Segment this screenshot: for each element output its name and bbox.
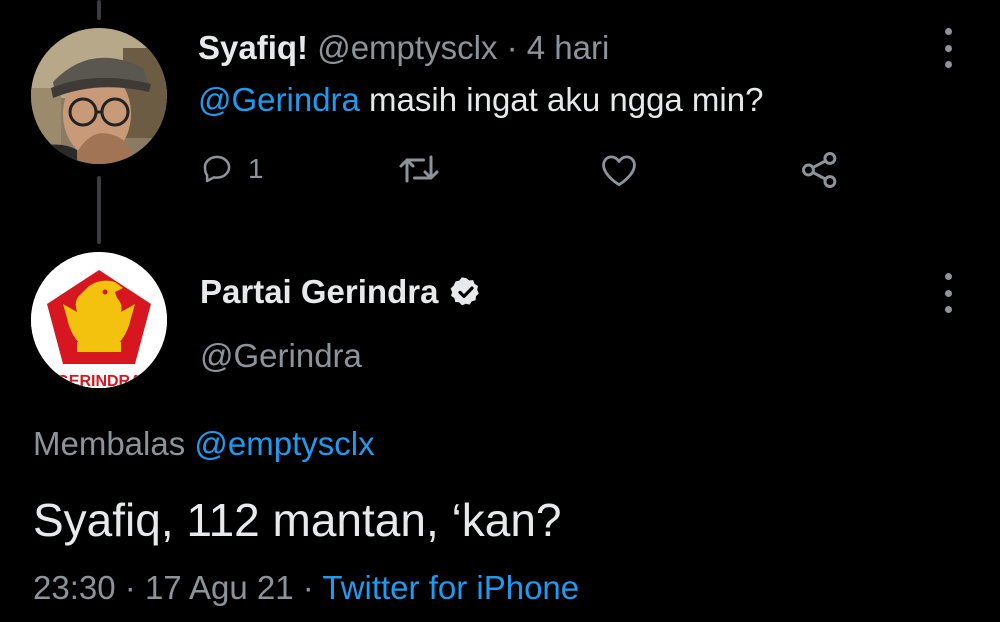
handle[interactable]: @emptysclx: [317, 29, 497, 66]
retweet-icon: [399, 155, 439, 183]
replying-label: Membalas: [33, 425, 195, 462]
share-icon: [801, 151, 837, 189]
tweet-text: @Gerindra masih ingat aku ngga min?: [198, 80, 763, 120]
verified-badge-icon: [451, 277, 480, 306]
more-icon[interactable]: [942, 28, 954, 68]
display-name[interactable]: Partai Gerindra: [200, 272, 438, 312]
like-button[interactable]: [600, 153, 638, 187]
gerindra-logo: GERINDRA: [31, 252, 167, 388]
replying-mention[interactable]: @emptysclx: [194, 425, 374, 462]
tweet-date[interactable]: 17 Agu 21: [145, 569, 294, 606]
author-row: Partai Gerindra: [200, 272, 482, 312]
user-photo: [31, 28, 167, 164]
tweet-text: Syafiq, 112 mantan, ‘kan?: [33, 494, 562, 546]
share-button[interactable]: [800, 151, 840, 189]
tweet-meta: 23:30 · 17 Agu 21 · Twitter for iPhone: [33, 568, 579, 608]
tweet-time[interactable]: 23:30: [33, 569, 116, 606]
like-icon: [602, 155, 636, 187]
avatar[interactable]: GERINDRA: [31, 252, 167, 388]
mention-link[interactable]: @Gerindra: [198, 81, 360, 118]
thread-line-top: [97, 0, 101, 20]
reply-button[interactable]: 1: [200, 152, 264, 186]
timestamp[interactable]: 4 hari: [527, 29, 610, 66]
thread-line-bottom: [97, 176, 101, 244]
separator: ·: [302, 569, 314, 606]
tweet-body: masih ingat aku ngga min?: [359, 81, 764, 118]
reply-count: 1: [248, 153, 264, 184]
retweet-button[interactable]: [398, 152, 440, 186]
tweet-source[interactable]: Twitter for iPhone: [322, 569, 579, 606]
logo-text: GERINDRA: [56, 373, 142, 388]
reply-header: Syafiq! @emptysclx · 4 hari: [198, 28, 609, 68]
separator: ·: [506, 29, 518, 66]
more-icon[interactable]: [942, 273, 954, 313]
replying-to: Membalas @emptysclx: [33, 424, 375, 464]
avatar[interactable]: [31, 28, 167, 164]
reply-icon: [203, 155, 231, 183]
separator: ·: [124, 569, 136, 606]
handle[interactable]: @Gerindra: [200, 336, 362, 376]
display-name[interactable]: Syafiq!: [198, 29, 308, 66]
